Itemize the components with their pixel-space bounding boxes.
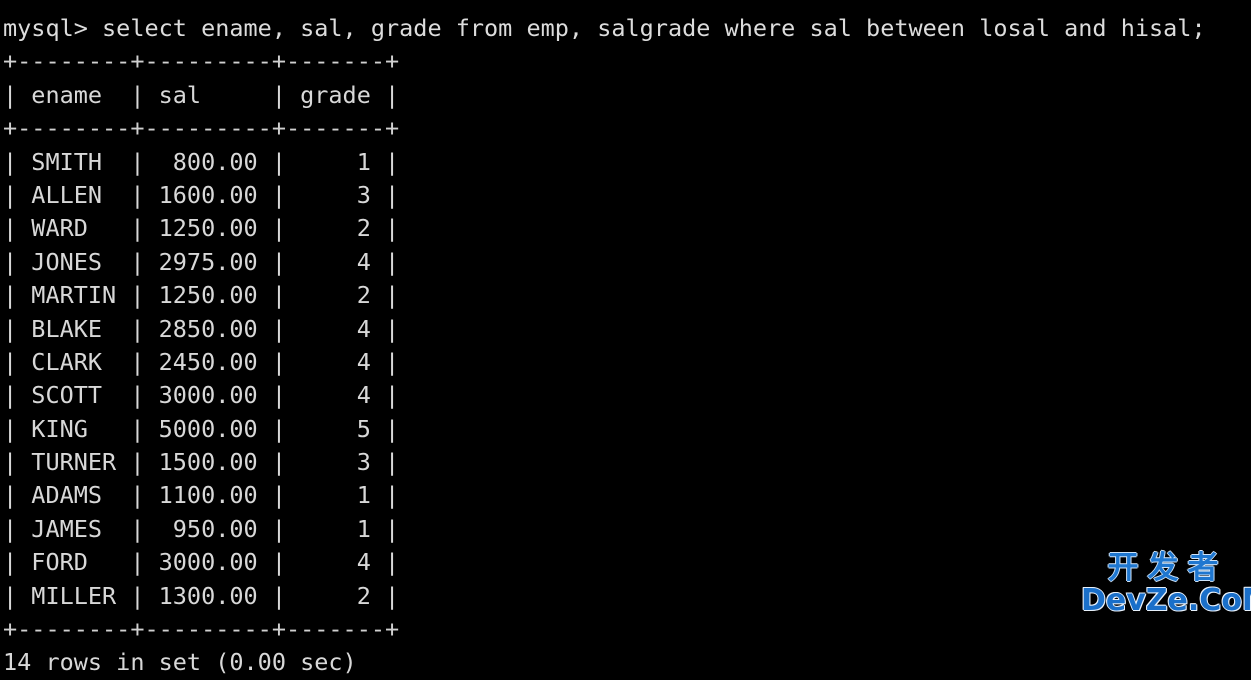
table-row: | MARTIN | 1250.00 | 2 |: [3, 281, 400, 310]
result-summary: 14 rows in set (0.00 sec): [3, 648, 357, 677]
table-row: | CLARK | 2450.00 | 4 |: [3, 347, 400, 376]
mysql-prompt-line: mysql> select ename, sal, grade from emp…: [3, 14, 1206, 42]
watermark-cjk-text: 开发者: [1107, 550, 1228, 586]
table-row: | MILLER | 1300.00 | 2 |: [3, 581, 400, 610]
table-row: | TURNER | 1500.00 | 3 |: [3, 448, 400, 477]
table-header-row: | ename | sal | grade |: [3, 80, 400, 109]
table-row: | JAMES | 950.00 | 1 |: [3, 514, 400, 543]
table-bottom-border: +--------+---------+-------+: [3, 615, 400, 644]
table-row: | FORD | 3000.00 | 4 |: [3, 548, 400, 577]
table-row: | WARD | 1250.00 | 2 |: [3, 214, 400, 243]
table-row: | JONES | 2975.00 | 4 |: [3, 247, 400, 276]
table-row: | KING | 5000.00 | 5 |: [3, 414, 400, 443]
site-watermark: 开发者 DevZe.CoM: [1081, 550, 1251, 618]
table-row: | ADAMS | 1100.00 | 1 |: [3, 481, 400, 510]
table-row: | BLAKE | 2850.00 | 4 |: [3, 314, 400, 343]
table-top-border: +--------+---------+-------+: [3, 47, 400, 76]
table-row: | SMITH | 800.00 | 1 |: [3, 147, 400, 176]
table-header-border: +--------+---------+-------+: [3, 114, 400, 143]
watermark-latin-text: DevZe.CoM: [1081, 583, 1251, 618]
terminal-window[interactable]: mysql> select ename, sal, grade from emp…: [0, 0, 1251, 676]
table-row: | ALLEN | 1600.00 | 3 |: [3, 180, 400, 209]
table-row: | SCOTT | 3000.00 | 4 |: [3, 381, 400, 410]
